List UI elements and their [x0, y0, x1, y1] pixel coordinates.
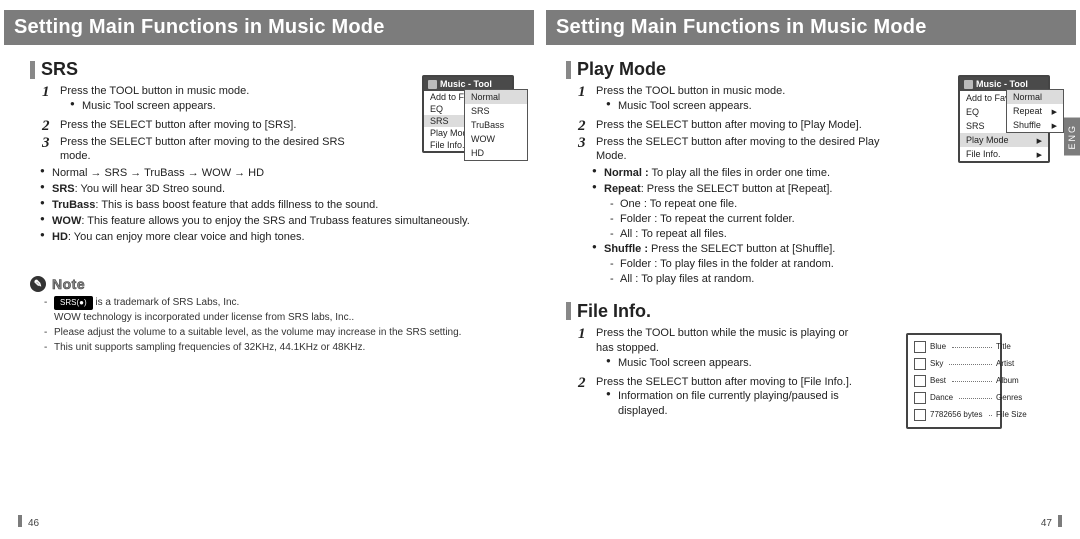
step: 3Press the SELECT button after moving to… [46, 135, 346, 165]
srs-mode-desc: WOW: This feature allows you to enjoy th… [42, 214, 502, 229]
file-info-body: BlueTitle SkyArtist BestAlbum DanceGenre… [908, 335, 1000, 432]
file-info-screenshot-wrap: BlueTitle SkyArtist BestAlbum DanceGenre… [906, 317, 1002, 413]
file-info-row: BestAlbum [914, 375, 994, 387]
info-icon [914, 358, 926, 370]
srs-heading: SRS [41, 59, 78, 80]
note-item: This unit supports sampling frequencies … [46, 341, 514, 355]
info-icon [914, 375, 926, 387]
page-right: Setting Main Functions in Music Mode ENG… [540, 0, 1080, 539]
srs-mode-list: Normal → SRS → TruBass → WOW → HD SRS: Y… [30, 166, 502, 244]
page-number-left: 46 [28, 518, 39, 529]
page-left: Setting Main Functions in Music Mode SRS… [0, 0, 540, 539]
play-mode-desc: Repeat: Press the SELECT button at [Repe… [594, 182, 914, 241]
chevron-right-icon [1037, 149, 1042, 159]
submenu-item: SRS [465, 104, 527, 118]
menu-item: File Info. [960, 147, 1048, 161]
chevron-right-icon [1037, 135, 1042, 145]
submenu-item: Normal [1007, 90, 1063, 104]
submenu-item: WOW [465, 132, 527, 146]
step-note: Music Tool screen appears. [608, 356, 862, 371]
step-note: Music Tool screen appears. [608, 99, 902, 114]
submenu-item: Repeat [1007, 104, 1063, 118]
section-srs: SRS Music - Tool Add to Favorites EQ SRS… [30, 59, 514, 244]
note-item: Please adjust the volume to a suitable l… [46, 326, 514, 340]
play-mode-desc: Normal : To play all the files in order … [594, 166, 914, 181]
srs-mode-chain: Normal → SRS → TruBass → WOW → HD [42, 166, 502, 181]
note-heading: ✎ Note [30, 276, 514, 292]
language-tab: ENG [1064, 118, 1080, 156]
note-list: SRS(●) is a trademark of SRS Labs, Inc.W… [30, 296, 514, 354]
page-edge-mark [18, 515, 22, 527]
section-play-mode: Play Mode Music - Tool Add to Favorites … [566, 59, 1050, 287]
info-icon [914, 409, 926, 421]
step: 1Press the TOOL button in music mode. Mu… [582, 84, 902, 114]
submenu-item: TruBass [465, 118, 527, 132]
note-item: SRS(●) is a trademark of SRS Labs, Inc.W… [46, 296, 514, 324]
srs-mode-desc: HD: You can enjoy more clear voice and h… [42, 230, 502, 245]
page-number-right: 47 [1041, 518, 1052, 529]
page-title-right: Setting Main Functions in Music Mode [546, 10, 1076, 45]
menu-item-selected: Play Mode [960, 133, 1048, 147]
step: 2Press the SELECT button after moving to… [582, 118, 902, 133]
srs-mode-desc: TruBass: This is bass boost feature that… [42, 198, 502, 213]
step: 1Press the TOOL button while the music i… [582, 326, 862, 371]
info-icon [914, 341, 926, 353]
submenu-item: Normal [465, 90, 527, 104]
file-info-screenshot: BlueTitle SkyArtist BestAlbum DanceGenre… [906, 333, 1002, 429]
file-heading: File Info. [577, 301, 651, 322]
srs-mode-desc: SRS: You will hear 3D Streo sound. [42, 182, 502, 197]
play-mode-desc: Shuffle : Press the SELECT button at [Sh… [594, 242, 914, 287]
manual-spread: Setting Main Functions in Music Mode SRS… [0, 0, 1080, 539]
srs-logo-chip: SRS(●) [54, 296, 93, 309]
play-sub: All : To play files at random. [612, 272, 914, 287]
section-bar-icon [566, 302, 571, 320]
play-sub: All : To repeat all files. [612, 227, 914, 242]
play-mode-list: Normal : To play all the files in order … [566, 166, 914, 287]
step: 2Press the SELECT button after moving to… [582, 375, 862, 420]
page-title-left: Setting Main Functions in Music Mode [4, 10, 534, 45]
step: 2Press the SELECT button after moving to… [46, 118, 346, 133]
submenu-item: Shuffle [1007, 118, 1063, 132]
pencil-icon: ✎ [30, 276, 46, 292]
file-info-row: DanceGenres [914, 392, 994, 404]
srs-steps: 1Press the TOOL button in music mode. Mu… [30, 84, 346, 164]
chevron-right-icon [1052, 120, 1057, 130]
step-note: Music Tool screen appears. [72, 99, 346, 114]
note-section: ✎ Note SRS(●) is a trademark of SRS Labs… [30, 276, 514, 354]
step: 3Press the SELECT button after moving to… [582, 135, 902, 165]
step-note: Information on file currently playing/pa… [608, 389, 862, 419]
play-sub: Folder : To repeat the current folder. [612, 212, 914, 227]
play-sub: Folder : To play files in the folder at … [612, 257, 914, 272]
section-bar-icon [30, 61, 35, 79]
file-info-row: BlueTitle [914, 341, 994, 353]
step: 1Press the TOOL button in music mode. Mu… [46, 84, 346, 114]
info-icon [914, 392, 926, 404]
play-steps: 1Press the TOOL button in music mode. Mu… [566, 84, 902, 164]
section-file-info: File Info. BlueTitle SkyArtist BestAlbum… [566, 301, 1050, 419]
file-info-row: 7782656 bytesFile Size [914, 409, 994, 421]
play-sub: One : To repeat one file. [612, 197, 914, 212]
section-bar-icon [566, 61, 571, 79]
chevron-right-icon [1052, 106, 1057, 116]
submenu-item: HD [465, 146, 527, 160]
play-heading: Play Mode [577, 59, 666, 80]
file-info-row: SkyArtist [914, 358, 994, 370]
play-submenu: Normal Repeat Shuffle [1006, 89, 1064, 133]
file-steps: 1Press the TOOL button while the music i… [566, 326, 862, 419]
page-edge-mark [1058, 515, 1062, 527]
srs-submenu: Normal SRS TruBass WOW HD [464, 89, 528, 161]
